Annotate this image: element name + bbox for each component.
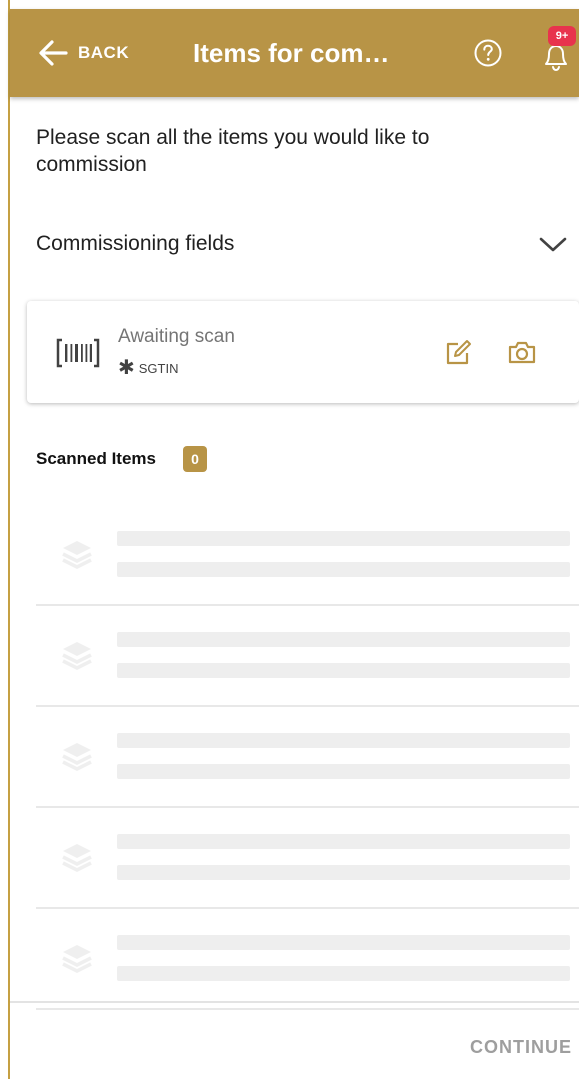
placeholder-bar	[117, 562, 570, 577]
scanned-items-header: Scanned Items 0	[36, 446, 207, 472]
commissioning-fields-toggle[interactable]: Commissioning fields	[10, 220, 579, 270]
scan-card: Awaiting scan ✱ SGTIN	[27, 301, 579, 403]
scan-status: Awaiting scan	[118, 326, 235, 347]
footer-divider	[10, 1001, 579, 1003]
placeholder-bar	[117, 733, 570, 748]
placeholder-bar	[117, 764, 570, 779]
left-edge-rule	[8, 0, 10, 1079]
chevron-down-icon	[539, 237, 567, 252]
scanned-items-placeholder-list	[36, 505, 579, 1010]
placeholder-row	[36, 909, 579, 1010]
layers-icon	[62, 844, 92, 872]
required-marker: ✱	[118, 357, 135, 379]
placeholder-row	[36, 505, 579, 606]
placeholder-bar	[117, 663, 570, 678]
id-type-row: ✱ SGTIN	[118, 357, 179, 379]
placeholder-bar	[117, 632, 570, 647]
placeholder-bar	[117, 935, 570, 950]
help-icon	[474, 39, 502, 67]
notification-badge: 9+	[548, 26, 576, 46]
layers-icon	[62, 642, 92, 670]
placeholder-row	[36, 606, 579, 707]
status-strip	[0, 0, 579, 9]
help-button[interactable]	[472, 37, 504, 69]
id-type-label: SGTIN	[138, 360, 179, 376]
layers-icon	[62, 541, 92, 569]
commissioning-fields-label: Commissioning fields	[36, 232, 235, 255]
camera-icon[interactable]	[507, 339, 537, 365]
placeholder-bar	[117, 865, 570, 880]
placeholder-bar	[117, 834, 570, 849]
placeholder-bar	[117, 531, 570, 546]
scanned-count-badge: 0	[183, 446, 207, 472]
arrow-left-icon	[39, 40, 68, 66]
instruction-text: Please scan all the items you would like…	[36, 126, 430, 176]
back-label: BACK	[78, 43, 130, 62]
barcode-icon	[56, 338, 100, 368]
edit-icon[interactable]	[444, 339, 472, 367]
continue-button[interactable]: CONTINUE	[470, 1037, 572, 1058]
placeholder-row	[36, 707, 579, 808]
page-title: Items for com…	[193, 38, 390, 68]
app-bar: BACK Items for com… 9+	[10, 9, 579, 97]
placeholder-bar	[117, 966, 570, 981]
layers-icon	[62, 945, 92, 973]
layers-icon	[62, 743, 92, 771]
placeholder-row	[36, 808, 579, 909]
scanned-items-label: Scanned Items	[36, 449, 156, 468]
back-button[interactable]: BACK	[38, 37, 129, 69]
